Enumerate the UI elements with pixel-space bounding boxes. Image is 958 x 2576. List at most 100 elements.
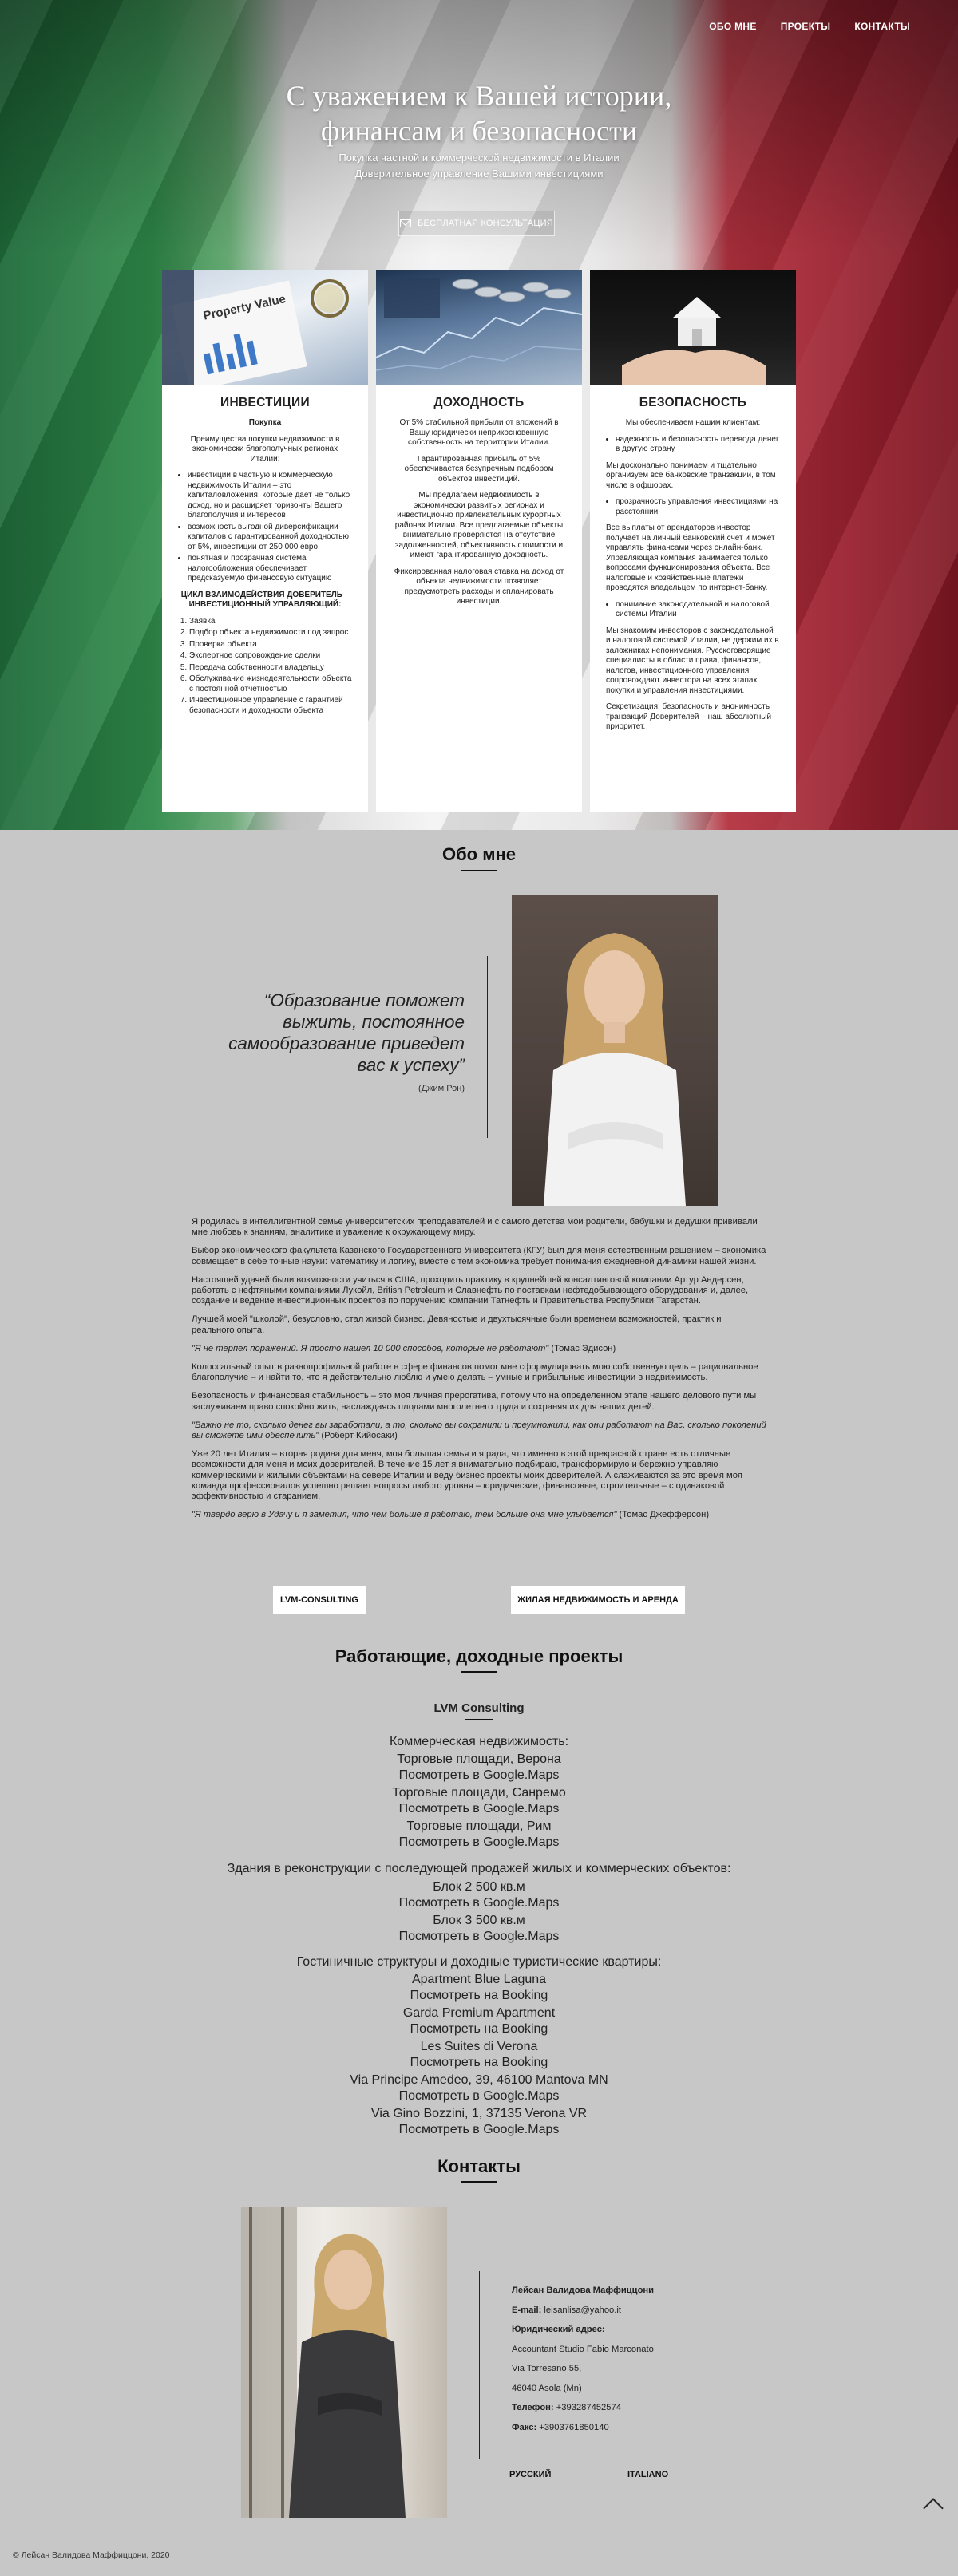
bio-quote: "Я не терпел поражений. Я просто нашел 1…	[192, 1344, 766, 1354]
booking-link[interactable]: Посмотреть на Booking	[0, 2022, 958, 2037]
maps-link[interactable]: Посмотреть в Google.Maps	[0, 1802, 958, 1816]
project-title: Garda Premium Apartment	[402, 2006, 556, 2020]
category-commercial: Коммерческая недвижимость:	[389, 1735, 569, 1748]
address-line: Via Torresano 55,	[512, 2364, 582, 2373]
card-subtitle: Покупка	[248, 418, 282, 427]
card-paragraph: Гарантированная прибыль от 5% обеспечива…	[404, 454, 554, 484]
card-title: ДОХОДНОСТЬ	[433, 396, 525, 409]
project-title: Блок 3 500 кв.м	[433, 1914, 525, 1927]
house-in-hands-image	[590, 270, 796, 385]
card-body: Покупка Преимущества покупки недвижимост…	[162, 418, 368, 716]
company-name: LVM Consulting	[433, 1701, 525, 1715]
cycle-steps: Заявка Подбор объекта недвижимости под з…	[178, 617, 352, 717]
nav-about[interactable]: ОБО МНЕ	[709, 21, 756, 32]
about-heading: Обо мне	[441, 844, 517, 864]
card-paragraph: Мы знакомим инвесторов с законодательной…	[606, 626, 779, 695]
hero-title-line2: финансам и безопасности	[320, 115, 638, 147]
booking-link[interactable]: Посмотреть на Booking	[0, 2056, 958, 2070]
project-title: Apartment Blue Laguna	[411, 1973, 547, 1986]
portrait-photo	[512, 895, 718, 1206]
project-title: Les Suites di Verona	[420, 2040, 538, 2053]
list-item: понимание законодательной и налоговой си…	[616, 600, 780, 620]
phone-label: Телефон:	[512, 2403, 554, 2412]
maps-link[interactable]: Посмотреть в Google.Maps	[0, 1896, 958, 1910]
phone-link[interactable]: +393287452574	[554, 2403, 621, 2412]
email-link[interactable]: leisanlisa@yahoo.it	[541, 2305, 621, 2315]
quote-author: (Джим Рон)	[418, 1084, 465, 1093]
nav-projects[interactable]: ПРОЕКТЫ	[781, 21, 831, 32]
maps-link[interactable]: Посмотреть в Google.Maps	[0, 2123, 958, 2137]
project-title: Via Gino Bozzini, 1, 37135 Verona VR	[370, 2107, 588, 2120]
contact-name: Лейсан Валидова Маффиццони	[512, 2286, 655, 2295]
hero-title: С уважением к Вашей истории, финансам и …	[0, 78, 958, 148]
card-paragraph: Все выплаты от арендаторов инвестор полу…	[606, 523, 775, 592]
bio-paragraph: Колоссальный опыт в разнопрофильной рабо…	[192, 1362, 758, 1383]
lang-italian[interactable]: ITALIANO	[627, 2470, 668, 2479]
list-item: Заявка	[189, 617, 352, 627]
address-line: 46040 Asola (Mn)	[512, 2383, 582, 2393]
email-row: E-mail: leisanlisa@yahoo.it	[512, 2301, 654, 2321]
quote-text: “Образование поможет выжить, постоянное …	[228, 990, 465, 1075]
address-line: Accountant Studio Fabio Marconato	[512, 2344, 654, 2354]
divider-line	[487, 956, 488, 1138]
bio-quote: "Важно не то, сколько денег вы заработал…	[192, 1420, 766, 1441]
lang-russian[interactable]: РУССКИЙ	[509, 2470, 551, 2479]
fax-row: Факс: +390376185014​0	[512, 2418, 654, 2438]
fax-label: Факс:	[512, 2422, 537, 2432]
company-underline	[465, 1719, 493, 1720]
card-title: БЕЗОПАСНОСТЬ	[639, 396, 747, 409]
projects-heading: Работающие, доходные проекты	[335, 1646, 623, 1666]
card-body: От 5% стабильной прибыли от вложений в В…	[376, 418, 582, 607]
list-item: Проверка объекта	[189, 640, 352, 650]
fax-number: +390376185014​0	[536, 2422, 609, 2432]
top-nav: ОБО МНЕ ПРОЕКТЫ КОНТАКТЫ	[709, 21, 910, 32]
quote-text: "Я твердо верю в Удачу и я заметил, что …	[192, 1510, 617, 1520]
card-title: ИНВЕСТИЦИИ	[220, 396, 310, 409]
bio-quote: "Я твердо верю в Удачу и я заметил, что …	[192, 1510, 766, 1520]
bio-paragraph: Выбор экономического факультета Казанско…	[192, 1246, 766, 1266]
envelope-icon	[400, 219, 412, 227]
footer-copyright: © Лейсан Валидова Маффиццони, 2020	[13, 2550, 170, 2560]
list-item: Инвестиционное управление с гарантией бе…	[189, 696, 352, 716]
residential-rental-button[interactable]: ЖИЛАЯ НЕДВИЖИМОСТЬ И АРЕНДА	[511, 1586, 685, 1614]
card-profitability: ДОХОДНОСТЬ От 5% стабильной прибыли от в…	[376, 270, 582, 812]
list-item: инвестиции в частную и коммерческую недв…	[188, 471, 352, 521]
safety-list-1: надежность и безопасность перевода денег…	[606, 435, 780, 455]
cycle-title: ЦИКЛ ВЗАИМОДЕЙСТВИЯ ДОВЕРИТЕЛЬ – ИНВЕСТИ…	[180, 590, 350, 610]
list-item: Передача собственности владельцу	[189, 663, 352, 674]
biography: Я родилась в интеллигентной семье универ…	[192, 1217, 766, 1528]
phone-row: Телефон: +393287452574	[512, 2398, 654, 2418]
card-paragraph: От 5% стабильной прибыли от вложений в В…	[399, 418, 559, 447]
bio-paragraph: Лучшей моей "школой", безусловно, стал ж…	[192, 1314, 722, 1335]
project-title: Торговые площади, Верона	[397, 1752, 561, 1766]
hero-section: ОБО МНЕ ПРОЕКТЫ КОНТАКТЫ С уважением к В…	[0, 0, 958, 830]
benefits-list: инвестиции в частную и коммерческую недв…	[178, 471, 352, 584]
maps-link[interactable]: Посмотреть в Google.Maps	[0, 2089, 958, 2104]
heading-underline	[461, 1671, 497, 1673]
hero-title-line1: С уважением к Вашей истории,	[286, 80, 672, 112]
nav-contacts[interactable]: КОНТАКТЫ	[854, 21, 910, 32]
card-intro: Преимущества покупки недвижимости в экон…	[190, 434, 340, 464]
booking-link[interactable]: Посмотреть на Booking	[0, 1989, 958, 2003]
card-paragraph: Мы досконально понимаем и тщательно орга…	[606, 460, 776, 490]
maps-link[interactable]: Посмотреть в Google.Maps	[0, 1768, 958, 1783]
category-hotels: Гостиничные структуры и доходные туристи…	[296, 1955, 662, 1969]
free-consultation-button[interactable]: БЕСПЛАТНАЯ КОНСУЛЬТАЦИЯ	[398, 211, 555, 236]
quote-author: (Томас Джефферсон)	[616, 1510, 710, 1520]
heading-underline	[461, 870, 497, 871]
card-safety: БЕЗОПАСНОСТЬ Мы обеспечиваем нашим клиен…	[590, 270, 796, 812]
category-reconstruction: Здания в реконструкции с последующей про…	[227, 1862, 731, 1875]
address-label: Юридический адрес:	[512, 2325, 605, 2334]
property-value-image: Property Value	[162, 270, 368, 385]
maps-link[interactable]: Посмотреть в Google.Maps	[0, 1930, 958, 1944]
list-item: Обслуживание жизнедеятельности объекта с…	[189, 674, 352, 694]
coins-chart-image	[376, 270, 582, 385]
lvm-consulting-button[interactable]: LVM-CONSULTING	[273, 1586, 366, 1614]
scroll-top-icon[interactable]	[923, 2498, 944, 2519]
card-paragraph: Фиксированная налоговая ставка на доход …	[394, 567, 564, 606]
quote-author: (Томас Эдисон)	[548, 1343, 616, 1353]
project-title: Торговые площади, Санремо	[392, 1786, 566, 1800]
maps-link[interactable]: Посмотреть в Google.Maps	[0, 1835, 958, 1850]
quote-text: "Я не терпел поражений. Я просто нашел 1…	[192, 1343, 549, 1353]
contact-divider	[479, 2271, 480, 2459]
